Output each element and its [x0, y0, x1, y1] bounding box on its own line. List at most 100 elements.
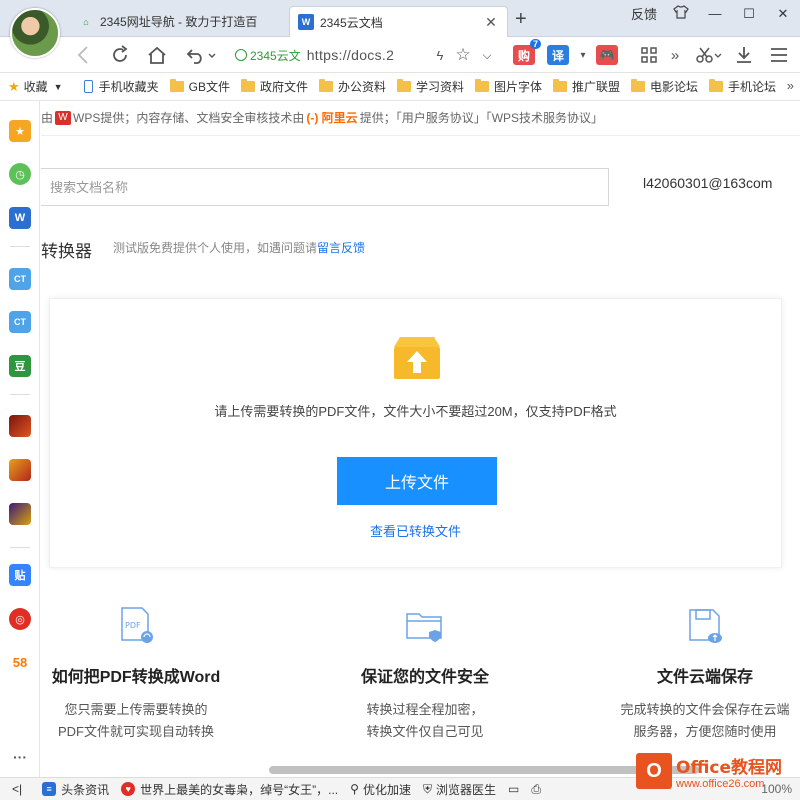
shield-icon: ⛨	[422, 781, 432, 796]
star-icon: ★	[8, 78, 20, 94]
game-3-icon[interactable]	[9, 503, 31, 525]
bookmark-folder[interactable]: GB文件	[169, 78, 230, 95]
more-chevron-icon[interactable]: »	[662, 42, 688, 68]
folder-icon	[631, 79, 646, 92]
page-title: 转换器	[41, 242, 92, 261]
bookmark-folder[interactable]: 电影论坛	[631, 78, 698, 95]
download-icon[interactable]	[731, 42, 757, 68]
bookmark-folder[interactable]: 手机论坛	[709, 78, 776, 95]
close-tab-icon[interactable]: ✕	[483, 14, 499, 31]
search-input[interactable]	[41, 168, 609, 206]
upload-box-icon	[394, 337, 440, 379]
rocket-icon: ⚲	[350, 782, 359, 796]
folder-icon	[318, 79, 333, 92]
back-arrow-icon[interactable]	[70, 42, 96, 68]
feedback-button[interactable]: 反馈	[624, 4, 664, 23]
feature-file-security: 保证您的文件安全 转换过程全程加密， 转换文件仅自己可见	[305, 606, 545, 743]
tieba-icon[interactable]: 贴	[9, 564, 31, 586]
feature-title: 文件云端保存	[656, 669, 753, 686]
tab-2345-navigation[interactable]: ⌂ 2345网址导航 - 致力于打造百	[70, 6, 288, 37]
tab-2345-docs[interactable]: W 2345云文档 ✕	[289, 6, 508, 37]
browser-doctor-button[interactable]: ⛨ 浏览器医生	[423, 781, 496, 798]
cloud-save-icon	[689, 609, 722, 643]
upload-panel: 请上传需要转换的PDF文件，文件大小不要超过20M，仅支持PDF格式 上传文件 …	[49, 298, 782, 568]
apps-grid-icon[interactable]	[636, 42, 662, 68]
favorites-star-icon[interactable]: ★	[9, 120, 31, 142]
bookmark-collect-menu[interactable]: ★ 收藏 ▼	[8, 78, 63, 95]
phone-icon	[83, 80, 93, 93]
bookmarks-bar: ★ 收藏 ▼ 手机收藏夹 GB文件 政府文件 办公资料 学习资料 图片字体 推广…	[0, 73, 800, 101]
bookmark-star-icon[interactable]: ☆	[450, 42, 476, 68]
refresh-icon[interactable]	[107, 42, 133, 68]
feature-description: 转换过程全程加密， 转换文件仅自己可见	[366, 702, 484, 739]
shopping-extension-icon[interactable]: 购7	[513, 39, 541, 65]
word-doc-icon: W	[298, 14, 314, 30]
feedback-link[interactable]: 留言反馈	[317, 241, 365, 255]
feature-pdf-to-word: PDF 如何把PDF转换成Word 您只需要上传需要转换的 PDF文件就可实现自动…	[41, 606, 256, 743]
feature-title: 如何把PDF转换成Word	[51, 669, 221, 686]
aliyun-logo: (-) 阿里云	[306, 111, 358, 125]
history-clock-icon[interactable]: ◷	[9, 163, 31, 185]
office26-watermark: O Office教程网 www.office26.com	[636, 745, 796, 797]
2345-icon: ⌂	[83, 16, 89, 27]
upload-file-button[interactable]: 上传文件	[337, 457, 497, 505]
game-extension-icon[interactable]: 🎮	[596, 45, 618, 65]
optimize-button[interactable]: ⚲ 优化加速	[350, 781, 411, 798]
new-tab-button[interactable]: +	[515, 8, 527, 31]
computer-icon[interactable]: ▭	[508, 782, 519, 796]
provider-notice: 由 W WPS提供；内容存储、文档安全审核技术由 (-) 阿里云 提供；「用户服…	[41, 109, 604, 126]
bookmark-folder[interactable]: 政府文件	[240, 78, 308, 95]
bookmark-folder[interactable]: 图片字体	[475, 78, 542, 95]
view-converted-files-link[interactable]: 查看已转换文件	[50, 521, 781, 540]
maximize-button[interactable]: ☐	[732, 6, 766, 22]
ct-app-2-icon[interactable]: CT	[9, 311, 31, 333]
news-feed-button[interactable]: ≡ 头条资讯	[42, 781, 109, 798]
word-doc-icon[interactable]: W	[9, 207, 31, 229]
bookmark-folder[interactable]: 学习资料	[396, 78, 464, 95]
folder-icon	[396, 79, 411, 92]
undo-close-icon[interactable]	[183, 42, 219, 68]
translate-extension-icon[interactable]: 译	[547, 45, 569, 65]
game-2-icon[interactable]	[9, 459, 31, 481]
secure-lock-icon: 2345云文	[235, 47, 301, 64]
wps-logo-icon: W	[55, 110, 72, 125]
douban-icon[interactable]: 豆	[9, 355, 31, 377]
folder-icon	[240, 79, 255, 92]
minimize-button[interactable]: —	[698, 6, 732, 21]
secure-folder-icon	[406, 613, 442, 642]
agreement-links[interactable]: 提供；「用户服务协议」「WPS技术服务协议」	[360, 109, 603, 126]
left-sidebar: ★ ◷ W CT CT 豆 贴 ◎ 58 ···	[0, 101, 40, 777]
pdf-file-icon: PDF	[121, 607, 153, 643]
feature-cloud-save: 文件云端保存 完成转换的文件会保存在云端 服务器，方便您随时使用	[585, 606, 800, 743]
bookmark-phone-favorites[interactable]: 手机收藏夹	[83, 78, 159, 95]
heart-icon: ♥	[121, 782, 136, 796]
headline-ticker[interactable]: ♥ 世界上最美的女毒枭，绰号“女王”，...	[121, 781, 338, 798]
bookmark-folder[interactable]: 推广联盟	[553, 78, 620, 95]
netease-music-icon[interactable]: ◎	[9, 608, 31, 630]
skin-shirt-icon[interactable]	[664, 5, 698, 22]
folder-icon	[709, 79, 724, 92]
feature-description: 您只需要上传需要转换的 PDF文件就可实现自动转换	[57, 702, 214, 739]
chevron-down-icon[interactable]: ⌵	[474, 42, 500, 68]
user-email[interactable]: l42060301@163com	[643, 175, 772, 191]
collapse-sidebar-button[interactable]: <|	[12, 782, 22, 796]
horizontal-scrollbar[interactable]	[269, 766, 699, 774]
menu-icon[interactable]	[766, 42, 792, 68]
ct-app-icon[interactable]: CT	[9, 268, 31, 290]
user-avatar[interactable]	[10, 8, 60, 58]
close-window-button[interactable]: ✕	[766, 6, 800, 22]
home-icon[interactable]	[144, 42, 170, 68]
sidebar-more-button[interactable]: ···	[9, 746, 31, 768]
bookmarks-more-button[interactable]: »	[787, 78, 794, 93]
bookmark-folder[interactable]: 办公资料	[318, 78, 386, 95]
58-icon[interactable]: 58	[9, 651, 31, 673]
chevron-down-icon: ▼	[53, 81, 63, 92]
news-icon: ≡	[42, 782, 57, 796]
feature-description: 完成转换的文件会保存在云端 服务器，方便您随时使用	[620, 702, 790, 739]
window-controls: 反馈 — ☐ ✕	[624, 4, 800, 23]
chevron-down-icon[interactable]: ▾	[570, 42, 596, 68]
printer-icon[interactable]: ⎙	[531, 782, 541, 797]
game-1-icon[interactable]	[9, 415, 31, 437]
scissors-icon[interactable]	[693, 42, 725, 68]
svg-text:PDF: PDF	[125, 621, 141, 630]
